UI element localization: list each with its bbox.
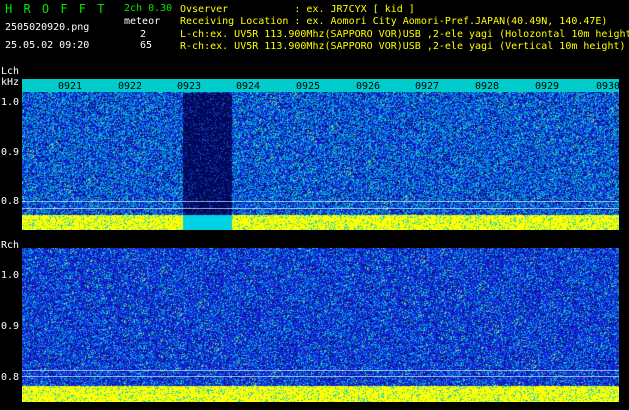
rch-ylabel-3: 0.8 [1,372,20,383]
rch-spectrogram [22,248,619,402]
rch-ylabel-1: 1.0 [1,270,20,281]
lch-ylabel-2: 0.9 [1,147,20,158]
lch-spectrogram: 0921 0922 0923 0924 0925 0926 0927 0928 … [22,79,619,230]
tick-0927: 0927 [415,81,440,92]
datetime-label: 25.05.02 09:20 [5,40,90,51]
tick-0926: 0926 [356,81,381,92]
tick-0922: 0922 [118,81,143,92]
lch-time-strip: 0921 0922 0923 0924 0925 0926 0927 0928 … [22,79,619,92]
lch-ylabel-3: 0.8 [1,196,20,207]
filename-label: 2505020920.png [5,22,90,33]
lch-marker-line-2 [22,208,619,209]
tick-0930: 0930 [596,81,619,92]
rch-label: Rch [1,240,20,251]
lch-ylabel-1: 1.0 [1,97,20,108]
rch-info-line: R-ch:ex. UV5R 113.900Mhz(SAPPORO VOR)USB… [180,41,626,52]
rch-marker-line-2 [22,376,619,377]
tick-0924: 0924 [236,81,261,92]
lch-info-line: L-ch:ex. UV5R 113.900Mhz(SAPPORO VOR)USB… [180,29,629,40]
observer-line: Ovserver : ex. JR7CYX [ kid ] [180,4,415,15]
tick-0923: 0923 [177,81,202,92]
count-lch: 2 [140,29,147,40]
rch-marker-line-1 [22,370,619,371]
mode-label: 2ch 0.30 [124,3,173,14]
rch-ylabel-2: 0.9 [1,321,20,332]
location-line: Receiving Location : ex. Aomori City Aom… [180,16,608,27]
tick-0929: 0929 [535,81,560,92]
tick-0928: 0928 [475,81,500,92]
tick-0921: 0921 [58,81,83,92]
app-title: H R O F F T [5,2,107,16]
lch-unit: kHz [1,77,20,88]
lch-marker-line-1 [22,201,619,202]
count-rch: 65 [140,40,153,51]
lch-label: Lch [1,66,20,77]
tick-0925: 0925 [296,81,321,92]
detect-label: meteor [124,16,161,27]
